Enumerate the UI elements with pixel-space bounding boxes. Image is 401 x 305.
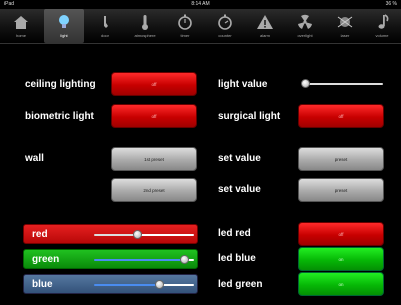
lightbulb-icon: [59, 15, 69, 28]
tab-light[interactable]: light: [44, 9, 84, 43]
blue-slider-label: blue: [32, 279, 53, 290]
led-blue-label: led blue: [218, 253, 256, 264]
ceiling-lighting-button[interactable]: off: [111, 72, 197, 96]
green-slider-row[interactable]: green: [23, 249, 198, 269]
radiation-icon: [298, 14, 312, 29]
wall-2nd-preset-button[interactable]: 2nd preset: [111, 178, 197, 202]
thermometer-icon: [142, 15, 148, 30]
blue-slider-thumb[interactable]: [154, 280, 164, 289]
led-green-button[interactable]: on: [298, 272, 384, 296]
slider-track-filled: [94, 284, 159, 286]
laser-icon: [337, 16, 353, 28]
led-red-button[interactable]: off: [298, 222, 384, 246]
tab-label: counter: [218, 33, 232, 38]
tab-label: laser: [340, 33, 350, 38]
warning-icon: [257, 15, 273, 29]
wall-1st-preset-button[interactable]: 1st preset: [111, 147, 197, 171]
home-icon: [14, 16, 28, 29]
tab-atmosphere[interactable]: atmosphere: [125, 9, 165, 43]
slider-track-filled: [94, 234, 137, 236]
tab-alarm[interactable]: alarm: [245, 9, 285, 43]
tab-door[interactable]: door: [85, 9, 125, 43]
slider-track: [305, 83, 383, 85]
tab-counter[interactable]: counter: [205, 9, 245, 43]
green-slider-thumb[interactable]: [179, 255, 189, 264]
tab-label: alarm: [259, 33, 270, 38]
tab-label: home: [15, 33, 26, 38]
clock: 8:14 AM: [191, 1, 210, 7]
light-value-slider[interactable]: [301, 79, 383, 89]
biometric-light-button[interactable]: off: [111, 104, 197, 128]
battery-label: 36 %: [385, 1, 397, 7]
music-note-icon: [378, 14, 389, 29]
biometric-light-label: biometric light: [25, 111, 94, 122]
blue-slider-row[interactable]: blue: [23, 274, 198, 294]
tab-bar: home light door atmosphere timer counter…: [0, 9, 401, 44]
set-value-preset-button-1[interactable]: preset: [298, 147, 384, 171]
tab-home[interactable]: home: [1, 9, 41, 43]
stopwatch-icon: [218, 14, 232, 30]
tab-label: light: [60, 33, 68, 38]
tab-label: door: [100, 33, 109, 38]
tab-label: timer: [180, 33, 190, 38]
green-slider-label: green: [32, 254, 60, 265]
red-slider-thumb[interactable]: [132, 230, 142, 239]
light-value-label: light value: [218, 79, 268, 90]
door-icon: [104, 16, 108, 28]
slider-track-filled: [94, 259, 184, 261]
led-green-label: led green: [218, 279, 263, 290]
red-slider-row[interactable]: red: [23, 224, 198, 244]
tab-laser[interactable]: laser: [325, 9, 365, 43]
tab-overlight[interactable]: overlight: [285, 9, 325, 43]
led-blue-button[interactable]: on: [298, 247, 384, 271]
red-slider-label: red: [32, 229, 48, 240]
surgical-light-button[interactable]: off: [298, 104, 384, 128]
tab-timer[interactable]: timer: [165, 9, 205, 43]
set-value-label-2: set value: [218, 184, 261, 195]
wall-label: wall: [25, 153, 44, 164]
tab-volume[interactable]: volume: [362, 9, 401, 43]
status-bar: iPad 8:14 AM 36 %: [0, 0, 401, 9]
tab-label: atmosphere: [134, 33, 156, 38]
slider-track-empty: [159, 284, 194, 286]
tab-label: overlight: [297, 33, 313, 38]
slider-thumb[interactable]: [301, 79, 310, 88]
tab-label: volume: [375, 33, 389, 38]
surgical-light-label: surgical light: [218, 111, 281, 122]
led-red-label: led red: [218, 228, 251, 239]
ceiling-lighting-label: ceiling lighting: [25, 79, 96, 90]
slider-track-empty: [137, 234, 194, 236]
stopwatch-icon: [178, 14, 192, 30]
set-value-preset-button-2[interactable]: preset: [298, 178, 384, 202]
set-value-label-1: set value: [218, 153, 261, 164]
